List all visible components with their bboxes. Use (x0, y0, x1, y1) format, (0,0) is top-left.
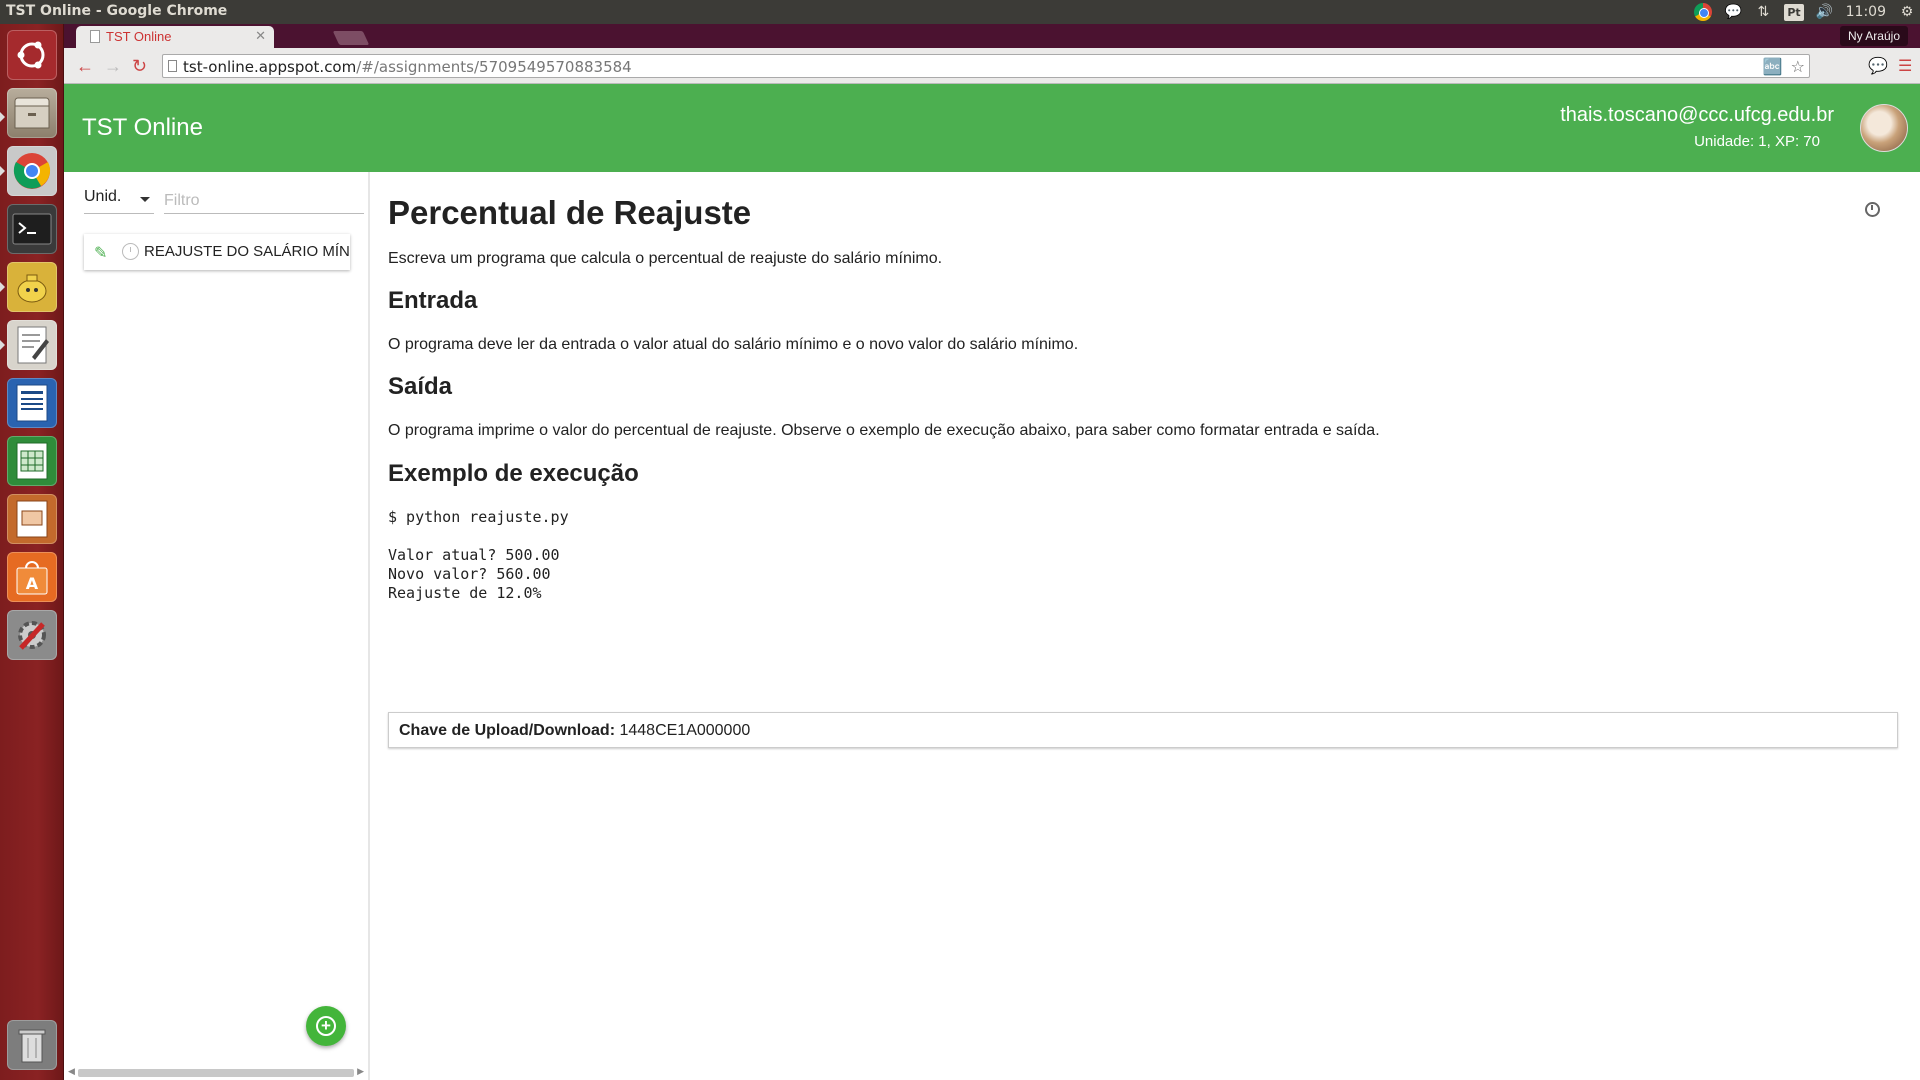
chrome-menu-icon[interactable]: ☰ (1898, 56, 1912, 76)
example-code-block: $ python reajuste.py Valor atual? 500.00… (388, 508, 569, 602)
clock[interactable]: 11:09 (1846, 2, 1886, 22)
software-center-icon[interactable]: A (7, 552, 57, 602)
upload-key-label: Chave de Upload/Download: (399, 722, 616, 739)
tab-title: TST Online (106, 29, 172, 44)
launcher-running-indicator (0, 340, 5, 350)
unit-select-label: Unid. (84, 188, 122, 205)
add-button[interactable]: + (306, 1006, 346, 1046)
trash-icon[interactable] (7, 1020, 57, 1070)
task-label: REAJUSTE DO SALÁRIO MÍNIM (144, 243, 350, 260)
scroll-right-icon[interactable]: ▶ (357, 1066, 364, 1077)
plus-icon: + (316, 1016, 336, 1036)
terminal-icon[interactable] (7, 204, 57, 254)
assignments-sidebar: Unid. ✎ REAJUSTE DO SALÁRIO MÍNIM + ◀ ▶ (64, 172, 370, 1080)
horizontal-scrollbar[interactable]: ◀ ▶ (68, 1066, 364, 1078)
assignment-description: Escreva um programa que calcula o percen… (388, 250, 943, 267)
scroll-left-icon[interactable]: ◀ (68, 1066, 75, 1077)
history-clock-icon[interactable] (1865, 202, 1880, 217)
forward-arrow-icon[interactable]: → (104, 57, 122, 75)
network-icon[interactable]: ⇅ (1754, 2, 1772, 22)
browser-tab-bar: TST Online ✕ Ny Araújo (64, 24, 1920, 48)
upload-key-box: Chave de Upload/Download: 1448CE1A000000 (388, 712, 1898, 748)
app-root: TST Online thais.toscano@ccc.ufcg.edu.br… (64, 84, 1920, 1080)
text-editor-icon[interactable] (7, 320, 57, 370)
reload-icon[interactable]: ↻ (132, 57, 147, 75)
output-heading: Saída (388, 373, 453, 400)
example-heading: Exemplo de execução (388, 460, 639, 487)
app-header: TST Online thais.toscano@ccc.ufcg.edu.br… (64, 84, 1920, 172)
user-avatar[interactable] (1860, 104, 1908, 152)
chevron-down-icon (140, 197, 150, 202)
close-tab-icon[interactable]: ✕ (255, 28, 266, 44)
chrome-icon[interactable] (7, 146, 57, 196)
pencil-icon: ✎ (94, 245, 108, 262)
omnibox-icons: 🔤 ☆ (1763, 57, 1805, 76)
settings-gear-icon[interactable]: ⚙ (1898, 2, 1916, 22)
ubuntu-dash-icon[interactable] (7, 30, 57, 80)
user-email[interactable]: thais.toscano@ccc.ufcg.edu.br (1560, 104, 1834, 127)
top-panel: TST Online - Google Chrome 💬 ⇅ Pt 🔊 11:0… (0, 0, 1920, 24)
launcher: A (0, 24, 64, 1080)
system-tray: 💬 ⇅ Pt 🔊 11:09 ⚙ (1694, 0, 1916, 24)
output-description: O programa imprime o valor do percentual… (388, 422, 1380, 439)
window-title: TST Online - Google Chrome (6, 3, 228, 19)
app-title[interactable]: TST Online (82, 114, 203, 142)
chrome-tray-icon[interactable] (1694, 2, 1713, 22)
launcher-running-indicator (0, 282, 5, 292)
bookmark-star-icon[interactable]: ☆ (1791, 57, 1805, 76)
browser-tab[interactable]: TST Online ✕ (76, 26, 274, 48)
address-bar[interactable]: tst-online.appspot.com/#/assignments/570… (162, 54, 1810, 78)
impress-icon[interactable] (7, 494, 57, 544)
page-icon (90, 30, 100, 43)
volume-icon[interactable]: 🔊 (1816, 2, 1834, 22)
upload-key-value[interactable]: 1448CE1A000000 (619, 722, 750, 739)
task-list-item[interactable]: ✎ REAJUSTE DO SALÁRIO MÍNIM (84, 234, 350, 270)
assignment-title: Percentual de Reajuste (388, 194, 752, 231)
extension-icon[interactable]: 💬 (1868, 56, 1888, 76)
clock-icon (122, 243, 139, 260)
keyboard-language-indicator[interactable]: Pt (1784, 3, 1804, 21)
filter-input[interactable] (164, 188, 364, 214)
writer-icon[interactable] (7, 378, 57, 428)
launcher-running-indicator (0, 166, 5, 176)
page-icon (168, 60, 177, 72)
system-settings-icon[interactable] (7, 610, 57, 660)
back-arrow-icon[interactable]: ← (76, 57, 94, 75)
calc-icon[interactable] (7, 436, 57, 486)
url-host: tst-online.appspot.com (183, 58, 357, 76)
svg-text:A: A (26, 574, 39, 593)
user-stats: Unidade: 1, XP: 70 (1694, 133, 1820, 150)
translate-icon[interactable]: 🔤 (1763, 57, 1783, 76)
unit-select[interactable]: Unid. (84, 188, 154, 214)
new-tab-button[interactable] (332, 31, 370, 45)
input-description: O programa deve ler da entrada o valor a… (388, 336, 1079, 353)
launcher-running-indicator (0, 112, 5, 122)
url-path: /#/assignments/5709549570883584 (356, 58, 632, 76)
input-heading: Entrada (388, 287, 478, 314)
chat-icon[interactable]: 💬 (1724, 2, 1742, 22)
files-icon[interactable] (7, 88, 57, 138)
profile-button[interactable]: Ny Araújo (1839, 26, 1908, 46)
browser-toolbar: ← → ↻ tst-online.appspot.com/#/assignmen… (64, 48, 1920, 84)
teapot-app-icon[interactable] (7, 262, 57, 312)
scrollbar-thumb[interactable] (78, 1069, 354, 1077)
